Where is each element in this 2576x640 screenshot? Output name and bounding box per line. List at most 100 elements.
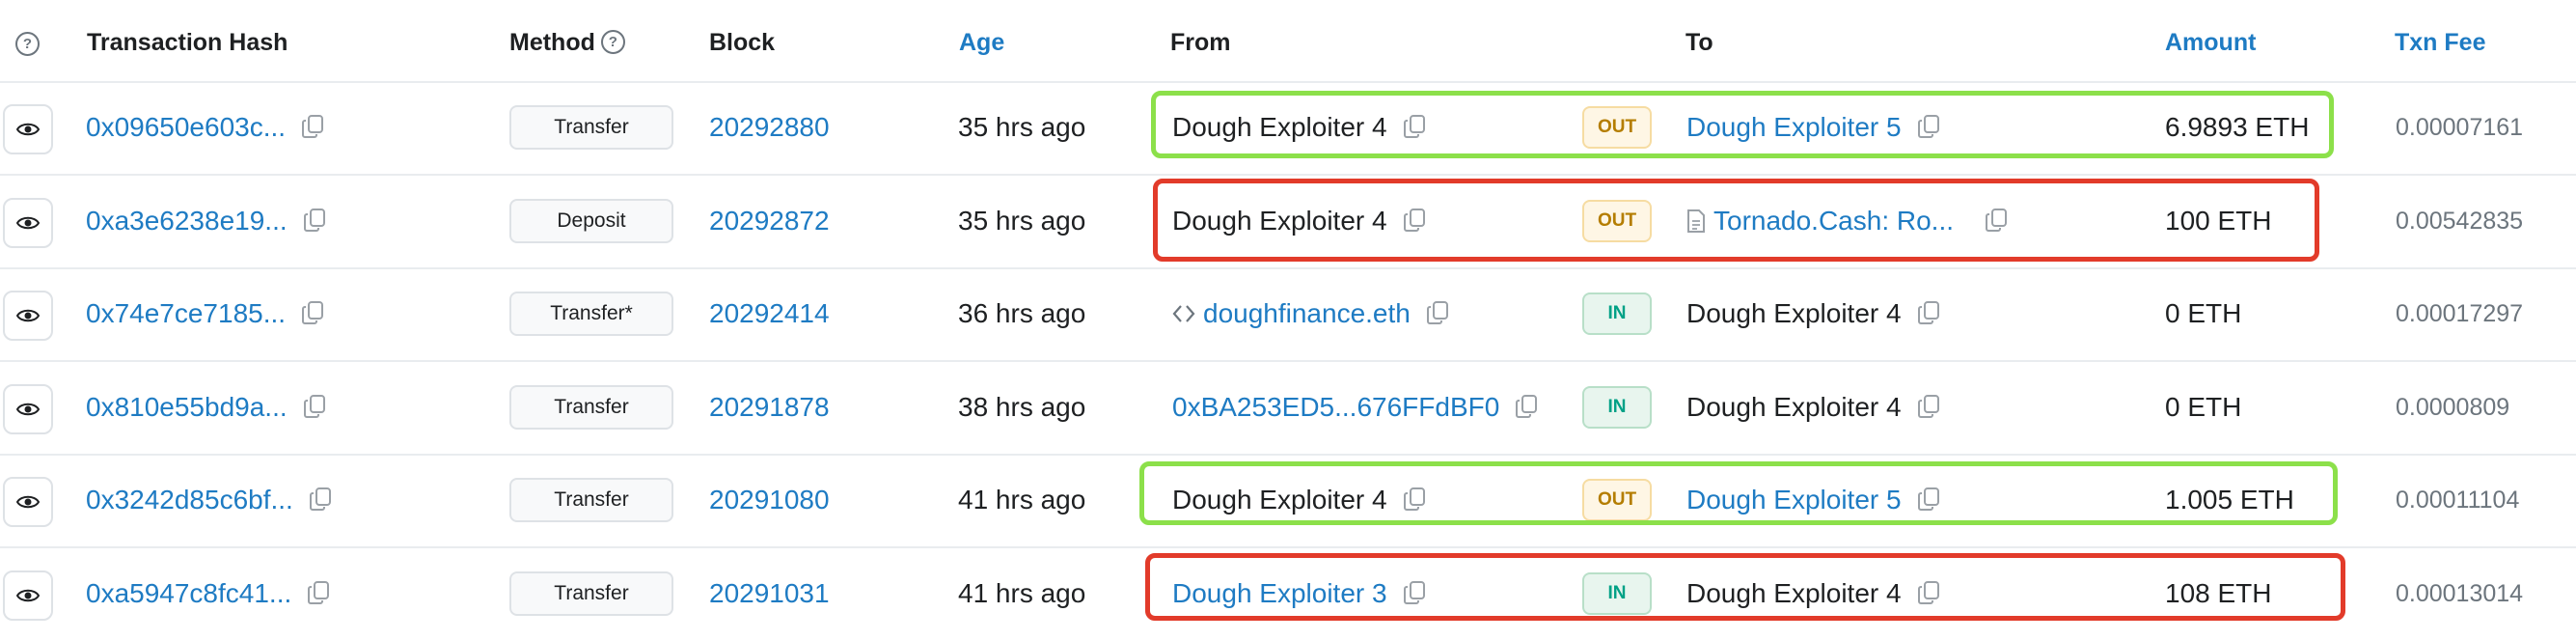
amount-text: 6.9893 ETH [2165,112,2310,142]
age-cell: 35 hrs ago [958,81,1085,174]
copy-icon[interactable] [1985,208,2010,235]
method-badge: Transfer [509,105,673,150]
to-cell: Dough Exploiter 4 [1686,361,1942,454]
hash-cell: 0xa5947c8fc41... [86,547,332,640]
view-details-button[interactable] [3,291,53,341]
block-link[interactable]: 20291080 [709,485,830,515]
from-address[interactable]: 0xBA253ED5...676FFdBF0 [1172,392,1499,423]
view-details-button[interactable] [3,384,53,434]
column-to: To [1685,29,1713,56]
from-address[interactable]: Dough Exploiter 3 [1172,578,1387,609]
age-text: 35 hrs ago [958,206,1086,236]
eye-icon [16,123,40,136]
transaction-hash-link[interactable]: 0x74e7ce7185... [86,298,286,329]
help-icon[interactable]: ? [15,32,40,56]
column-method: Method? [509,27,625,58]
from-cell: Dough Exploiter 4 [1172,175,1428,267]
amount-text: 1.005 ETH [2165,485,2294,515]
method-badge: Transfer [509,478,673,522]
eye-icon [16,495,40,509]
copy-icon[interactable] [1917,300,1942,327]
method-cell: Deposit [509,175,673,267]
copy-icon[interactable] [1403,487,1428,514]
hash-cell: 0x74e7ce7185... [86,267,326,360]
to-address[interactable]: Dough Exploiter 4 [1686,298,1902,329]
to-address[interactable]: Dough Exploiter 4 [1686,392,1902,423]
amount-cell: 108 ETH [2165,547,2272,640]
view-details-button[interactable] [3,570,53,621]
column-age[interactable]: Age [959,27,1004,58]
copy-icon[interactable] [1917,394,1942,421]
hash-cell: 0x3242d85c6bf... [86,454,334,546]
txn-fee-text: 0.00013014 [2396,579,2524,607]
block-link[interactable]: 20292880 [709,112,830,143]
age-text: 36 hrs ago [958,298,1086,328]
view-details-button[interactable] [3,104,53,154]
direction-badge: OUT [1582,479,1652,521]
view-details-button[interactable] [3,198,53,248]
copy-icon[interactable] [1403,580,1428,607]
transaction-hash-link[interactable]: 0x3242d85c6bf... [86,485,293,515]
txn-fee-text: 0.00542835 [2396,207,2524,235]
column-block: Block [709,29,776,56]
copy-icon[interactable] [301,114,326,141]
amount-cell: 1.005 ETH [2165,454,2294,546]
method-cell: Transfer [509,361,673,454]
eye-icon [16,403,40,416]
fee-cell: 0.00007161 [2396,81,2523,174]
column-txn-fee[interactable]: Txn Fee [2395,27,2485,58]
copy-icon[interactable] [309,487,334,514]
to-address[interactable]: Dough Exploiter 5 [1686,112,1902,143]
to-address[interactable]: Tornado.Cash: Ro... [1713,206,1954,237]
block-link[interactable]: 20292414 [709,298,830,329]
method-help-icon[interactable]: ? [600,29,625,54]
to-address[interactable]: Dough Exploiter 5 [1686,485,1902,515]
copy-icon[interactable] [301,300,326,327]
amount-text: 108 ETH [2165,578,2272,608]
copy-icon[interactable] [1917,114,1942,141]
copy-icon[interactable] [1403,114,1428,141]
direction-cell: IN [1582,267,1652,360]
to-cell: Dough Exploiter 5 [1686,81,1942,174]
view-details-button[interactable] [3,477,53,527]
table-row: 0x810e55bd9a... Transfer 20291878 38 hrs… [0,361,2576,456]
from-address[interactable]: Dough Exploiter 4 [1172,206,1387,237]
amount-text: 100 ETH [2165,206,2272,236]
hash-cell: 0x09650e603c... [86,81,326,174]
block-link[interactable]: 20291031 [709,578,830,609]
transaction-hash-link[interactable]: 0x09650e603c... [86,112,286,143]
fee-cell: 0.0000809 [2396,361,2509,454]
block-link[interactable]: 20292872 [709,206,830,237]
transaction-hash-link[interactable]: 0xa5947c8fc41... [86,578,291,609]
copy-icon[interactable] [1426,300,1451,327]
method-cell: Transfer* [509,267,673,360]
block-link[interactable]: 20291878 [709,392,830,423]
copy-icon[interactable] [303,208,328,235]
copy-icon[interactable] [303,394,328,421]
transaction-hash-link[interactable]: 0x810e55bd9a... [86,392,288,423]
age-text: 35 hrs ago [958,112,1086,142]
eye-icon [16,216,40,230]
from-address[interactable]: Dough Exploiter 4 [1172,485,1387,515]
from-address[interactable]: Dough Exploiter 4 [1172,112,1387,143]
copy-icon[interactable] [1403,208,1428,235]
copy-icon[interactable] [1515,394,1540,421]
to-address[interactable]: Dough Exploiter 4 [1686,578,1902,609]
amount-text: 0 ETH [2165,392,2242,422]
transaction-hash-link[interactable]: 0xa3e6238e19... [86,206,288,237]
direction-badge: OUT [1582,106,1652,149]
copy-icon[interactable] [307,580,332,607]
copy-icon[interactable] [1917,580,1942,607]
contract-code-icon [1172,302,1195,325]
document-icon [1686,209,1706,234]
eye-icon [16,309,40,322]
fee-cell: 0.00013014 [2396,547,2523,640]
amount-cell: 0 ETH [2165,267,2241,360]
from-address[interactable]: doughfinance.eth [1203,298,1411,329]
table-row: 0x74e7ce7185... Transfer* 20292414 36 hr… [0,267,2576,362]
table-row: 0x3242d85c6bf... Transfer 20291080 41 hr… [0,454,2576,548]
method-badge: Deposit [509,199,673,243]
block-cell: 20291878 [709,361,830,454]
column-amount[interactable]: Amount [2165,27,2256,58]
copy-icon[interactable] [1917,487,1942,514]
